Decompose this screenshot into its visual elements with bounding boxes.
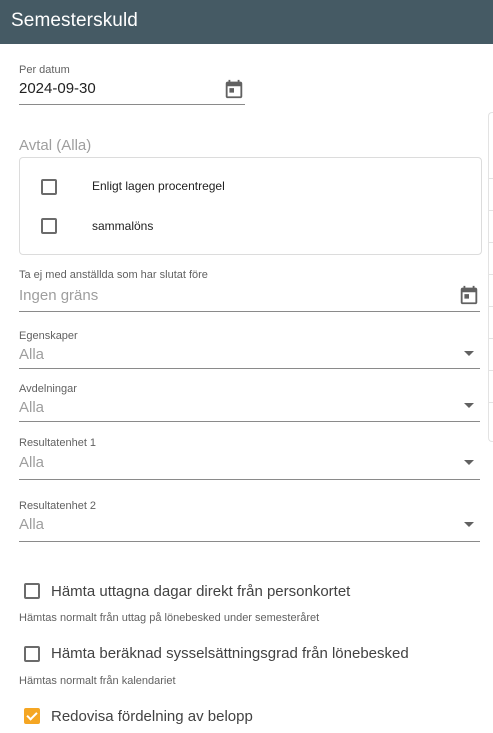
avtal-list [19, 157, 482, 255]
resultatenhet2-underline [19, 541, 480, 542]
per-datum-underline [19, 104, 245, 105]
chevron-down-icon[interactable] [464, 522, 474, 527]
resultatenhet1-underline [19, 479, 480, 480]
avdelningar-select[interactable]: Alla [19, 399, 44, 416]
side-panel-divider [489, 402, 493, 403]
sysselsattningsgrad-checkbox[interactable] [24, 646, 40, 662]
sysselsattningsgrad-label[interactable]: Hämta beräknad sysselsättningsgrad från … [51, 645, 409, 662]
avtal-option-label: Enligt lagen procentregel [92, 179, 225, 193]
avdelningar-underline [19, 421, 480, 422]
uttagna-dagar-label[interactable]: Hämta uttagna dagar direkt från personko… [51, 583, 350, 600]
avtal-checkbox-sammalons[interactable] [41, 218, 57, 234]
slutat-label: Ta ej med anställda som har slutat före [19, 269, 208, 281]
uttagna-dagar-hint: Hämtas normalt från uttag på lönebesked … [19, 612, 320, 624]
chevron-down-icon[interactable] [464, 351, 474, 356]
avtal-title: Avtal (Alla) [19, 137, 92, 154]
sysselsattningsgrad-hint: Hämtas normalt från kalendariet [19, 675, 176, 687]
resultatenhet1-label: Resultatenhet 1 [19, 437, 97, 449]
avtal-option-label: sammalöns [92, 219, 154, 233]
calendar-icon[interactable] [458, 284, 480, 306]
side-panel-divider [489, 178, 493, 179]
egenskaper-select[interactable]: Alla [19, 346, 44, 363]
chevron-down-icon[interactable] [464, 460, 474, 465]
redovisa-fordelning-label[interactable]: Redovisa fördelning av belopp [51, 708, 253, 725]
side-panel-divider [489, 306, 493, 307]
page-title: Semesterskuld [11, 10, 138, 31]
egenskaper-label: Egenskaper [19, 330, 78, 342]
resultatenhet1-select[interactable]: Alla [19, 454, 44, 471]
egenskaper-underline [19, 368, 480, 369]
side-panel-edge [488, 112, 493, 442]
calendar-icon[interactable] [223, 78, 245, 100]
slutat-underline [19, 311, 480, 312]
side-panel-divider [489, 274, 493, 275]
side-panel-divider [489, 370, 493, 371]
side-panel-divider [489, 210, 493, 211]
resultatenhet2-label: Resultatenhet 2 [19, 500, 97, 512]
chevron-down-icon[interactable] [464, 403, 474, 408]
slutat-input[interactable]: Ingen gräns [19, 287, 98, 304]
app-header: Semesterskuld [0, 0, 493, 44]
redovisa-fordelning-checkbox[interactable] [24, 708, 40, 724]
uttagna-dagar-checkbox[interactable] [24, 583, 40, 599]
avtal-checkbox-procentregel[interactable] [41, 179, 57, 195]
side-panel-divider [489, 242, 493, 243]
side-panel-divider [489, 338, 493, 339]
per-datum-label: Per datum [19, 64, 70, 76]
avdelningar-label: Avdelningar [19, 383, 77, 395]
per-datum-input[interactable]: 2024-09-30 [19, 80, 96, 97]
resultatenhet2-select[interactable]: Alla [19, 516, 44, 533]
